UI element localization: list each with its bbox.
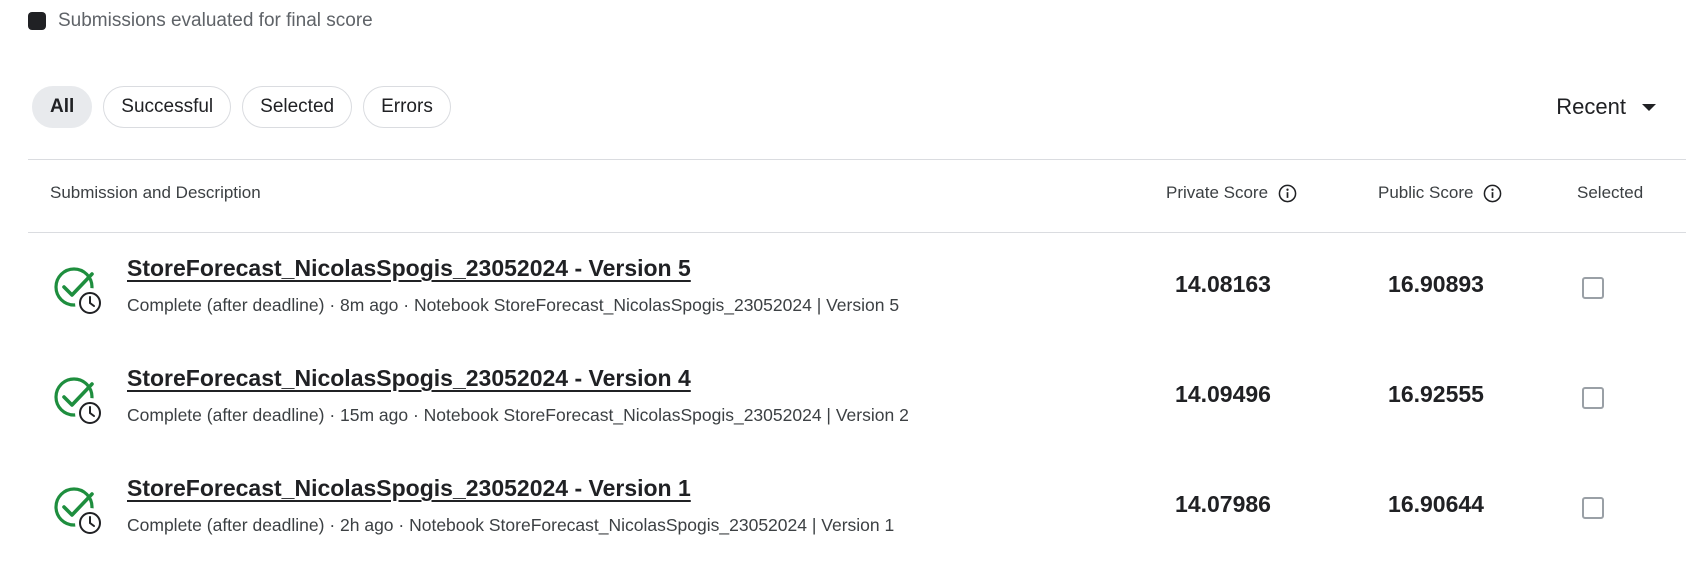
filter-all-chip[interactable]: All bbox=[32, 86, 93, 128]
check-circle-clock-icon bbox=[54, 487, 105, 538]
private-score: 14.09496 bbox=[1175, 381, 1271, 407]
filter-errors-chip[interactable]: Errors bbox=[363, 86, 451, 128]
table-row: StoreForecast_NicolasSpogis_23052024 - V… bbox=[0, 453, 1706, 563]
submission-description: Complete (after deadline) · 8m ago · Not… bbox=[127, 295, 900, 315]
header-private-score: Private Score bbox=[1166, 183, 1297, 203]
filter-chips: All Successful Selected Errors bbox=[32, 86, 462, 128]
header-public-score: Public Score bbox=[1378, 183, 1502, 203]
select-checkbox[interactable] bbox=[1582, 277, 1604, 299]
filter-selected-chip[interactable]: Selected bbox=[242, 86, 353, 128]
submission-title-link[interactable]: StoreForecast_NicolasSpogis_23052024 - V… bbox=[127, 255, 691, 282]
legend: Submissions evaluated for final score bbox=[28, 10, 373, 32]
select-checkbox[interactable] bbox=[1582, 497, 1604, 519]
header-private-label: Private Score bbox=[1166, 183, 1269, 202]
sort-dropdown[interactable]: Recent bbox=[1556, 94, 1656, 120]
table-row: StoreForecast_NicolasSpogis_23052024 - V… bbox=[0, 343, 1706, 453]
table-row: StoreForecast_NicolasSpogis_23052024 - V… bbox=[0, 233, 1706, 343]
info-icon[interactable] bbox=[1278, 184, 1297, 203]
check-circle-clock-icon bbox=[54, 267, 105, 318]
check-circle-clock-icon bbox=[54, 377, 105, 428]
private-score: 14.07986 bbox=[1175, 491, 1271, 517]
header-public-label: Public Score bbox=[1378, 183, 1474, 202]
divider bbox=[28, 159, 1686, 160]
filter-successful-chip[interactable]: Successful bbox=[103, 86, 232, 128]
submission-title-link[interactable]: StoreForecast_NicolasSpogis_23052024 - V… bbox=[127, 365, 691, 392]
caret-down-icon bbox=[1642, 103, 1656, 111]
legend-swatch bbox=[28, 12, 46, 30]
submission-title-link[interactable]: StoreForecast_NicolasSpogis_23052024 - V… bbox=[127, 475, 691, 502]
submission-description: Complete (after deadline) · 2h ago · Not… bbox=[127, 515, 895, 535]
header-submission-label: Submission and Description bbox=[50, 183, 261, 202]
private-score: 14.08163 bbox=[1175, 271, 1271, 297]
header-submission: Submission and Description bbox=[50, 183, 261, 203]
header-selected-label: Selected bbox=[1577, 183, 1644, 202]
sort-label: Recent bbox=[1556, 94, 1626, 119]
submission-description: Complete (after deadline) · 15m ago · No… bbox=[127, 405, 909, 425]
legend-text: Submissions evaluated for final score bbox=[58, 10, 373, 31]
select-checkbox[interactable] bbox=[1582, 387, 1604, 409]
header-selected: Selected bbox=[1577, 183, 1643, 203]
public-score: 16.90893 bbox=[1388, 271, 1484, 297]
public-score: 16.90644 bbox=[1388, 491, 1484, 517]
public-score: 16.92555 bbox=[1388, 381, 1484, 407]
info-icon[interactable] bbox=[1483, 184, 1502, 203]
